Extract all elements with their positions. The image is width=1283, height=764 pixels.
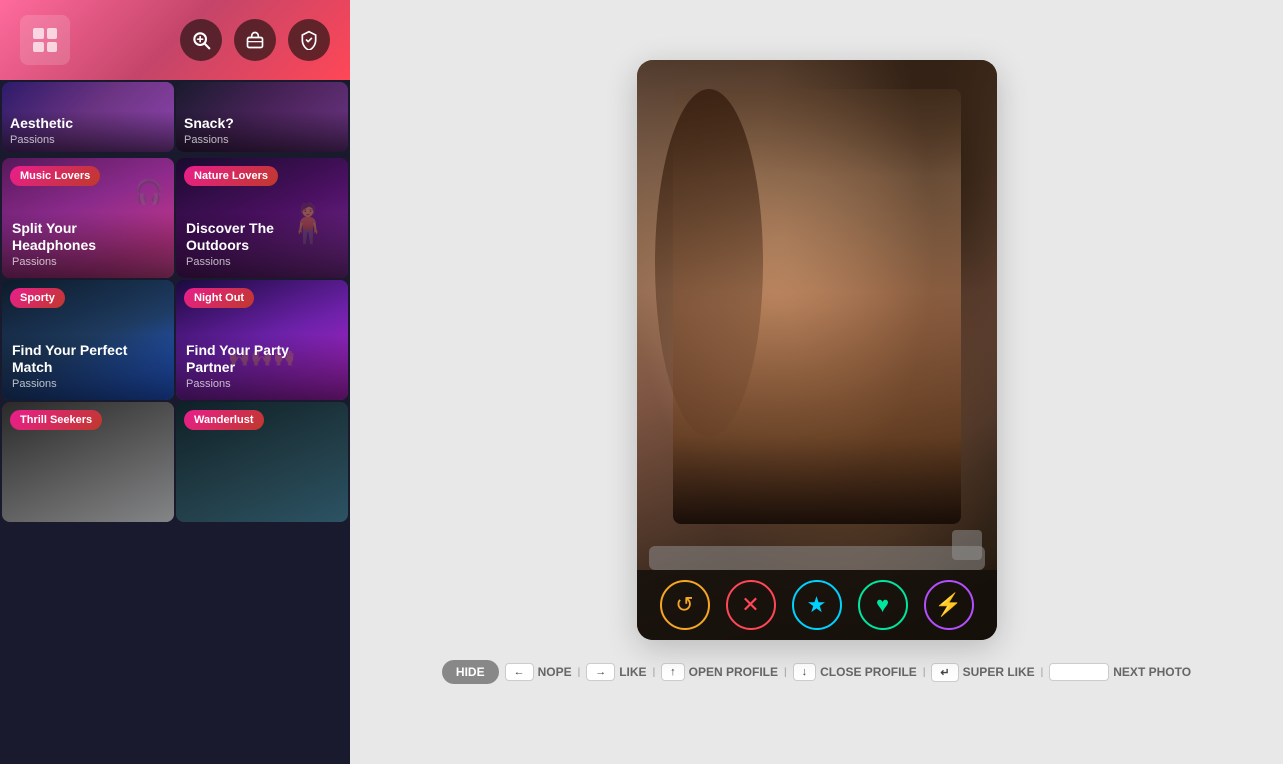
- sidebar-header: [0, 0, 350, 80]
- briefcase-icon-button[interactable]: [234, 19, 276, 61]
- card-sub-aesthetic: Passions: [10, 134, 166, 146]
- logo-cell-1: [33, 28, 44, 39]
- shortcuts-bar: HIDE ← NOPE | → LIKE | ↑ OPEN PROFILE | …: [442, 660, 1191, 684]
- shield-icon-button[interactable]: [288, 19, 330, 61]
- card-title-sporty: Find Your Perfect Match: [12, 342, 164, 376]
- divider-4: |: [923, 667, 926, 678]
- passion-card-thrill-seekers[interactable]: Thrill Seekers: [2, 402, 174, 522]
- app-logo: [20, 15, 70, 65]
- search-icon-button[interactable]: [180, 19, 222, 61]
- shield-icon: [299, 30, 319, 50]
- super-like-key: ↵: [931, 663, 958, 682]
- badge-thrill-seekers: Thrill Seekers: [10, 410, 102, 430]
- divider-5: |: [1041, 667, 1044, 678]
- close-profile-label: CLOSE PROFILE: [820, 665, 917, 679]
- profile-name-bar: [649, 546, 985, 570]
- profile-action-buttons: ↺ ✕ ★ ♥ ⚡: [637, 570, 997, 640]
- badge-sporty: Sporty: [10, 288, 65, 308]
- passion-card-night-out[interactable]: 🙌🙌🙌 Night Out Find Your Party Partner Pa…: [176, 280, 348, 400]
- shortcut-super-like: ↵ SUPER LIKE: [931, 663, 1034, 682]
- logo-cell-3: [33, 42, 44, 53]
- card-title-nature: Discover The Outdoors: [186, 220, 338, 254]
- badge-night-out: Night Out: [184, 288, 254, 308]
- card-title-music: Split Your Headphones: [12, 220, 164, 254]
- briefcase-icon: [245, 30, 265, 50]
- main-content: ↺ ✕ ★ ♥ ⚡ HIDE ← NOPE | → LIKE | ↑ OPEN …: [350, 0, 1283, 764]
- boost-button[interactable]: ⚡: [924, 580, 974, 630]
- passion-card-sporty[interactable]: Sporty Find Your Perfect Match Passions: [2, 280, 174, 400]
- nope-label: NOPE: [538, 665, 572, 679]
- profile-photo: [637, 60, 997, 640]
- open-profile-label: OPEN PROFILE: [689, 665, 778, 679]
- like-label: LIKE: [619, 665, 646, 679]
- card-sub-sporty: Passions: [12, 378, 164, 390]
- card-title-snack: Snack?: [184, 115, 340, 132]
- logo-cell-4: [47, 42, 58, 53]
- sidebar: Aesthetic Passions Snack? Passions 🎧 Mus…: [0, 0, 350, 764]
- shortcut-close-profile: ↓ CLOSE PROFILE: [793, 663, 917, 681]
- next-photo-key: [1049, 663, 1109, 681]
- header-icons: [180, 19, 330, 61]
- card-sub-nature: Passions: [186, 256, 338, 268]
- profile-card: ↺ ✕ ★ ♥ ⚡: [637, 60, 997, 640]
- open-profile-key: ↑: [661, 663, 685, 681]
- close-profile-key: ↓: [793, 663, 817, 681]
- badge-music-lovers: Music Lovers: [10, 166, 100, 186]
- profile-thumbnail: [952, 530, 982, 560]
- card-title-aesthetic: Aesthetic: [10, 115, 166, 132]
- divider-1: |: [578, 667, 581, 678]
- like-key: →: [586, 663, 615, 681]
- next-photo-label: NEXT PHOTO: [1113, 665, 1191, 679]
- badge-nature-lovers: Nature Lovers: [184, 166, 278, 186]
- card-sub-snack: Passions: [184, 134, 340, 146]
- passion-cards-grid: 🎧 Music Lovers Split Your Headphones Pas…: [0, 156, 350, 524]
- hide-button[interactable]: HIDE: [442, 660, 499, 684]
- passion-card-wanderlust[interactable]: Wanderlust: [176, 402, 348, 522]
- card-title-night-out: Find Your Party Partner: [186, 342, 338, 376]
- shortcut-nope: ← NOPE: [505, 663, 572, 681]
- super-like-label: SUPER LIKE: [963, 665, 1035, 679]
- passion-card-nature-lovers[interactable]: 🧍 Nature Lovers Discover The Outdoors Pa…: [176, 158, 348, 278]
- shortcut-next-photo: NEXT PHOTO: [1049, 663, 1191, 681]
- logo-grid: [33, 28, 57, 52]
- divider-2: |: [653, 667, 656, 678]
- badge-wanderlust: Wanderlust: [184, 410, 264, 430]
- card-sub-night-out: Passions: [186, 378, 338, 390]
- shortcut-open-profile: ↑ OPEN PROFILE: [661, 663, 778, 681]
- card-sub-music: Passions: [12, 256, 164, 268]
- rewind-button[interactable]: ↺: [660, 580, 710, 630]
- nope-key: ←: [505, 663, 534, 681]
- passion-card-snack[interactable]: Snack? Passions: [176, 82, 348, 152]
- like-button[interactable]: ★: [792, 580, 842, 630]
- passion-card-music-lovers[interactable]: 🎧 Music Lovers Split Your Headphones Pas…: [2, 158, 174, 278]
- passion-card-aesthetic[interactable]: Aesthetic Passions: [2, 82, 174, 152]
- top-cards-row: Aesthetic Passions Snack? Passions: [0, 80, 350, 154]
- shortcut-like: → LIKE: [586, 663, 646, 681]
- divider-3: |: [784, 667, 787, 678]
- logo-cell-2: [47, 28, 58, 39]
- nope-button[interactable]: ✕: [726, 580, 776, 630]
- search-icon: [191, 30, 211, 50]
- heart-button[interactable]: ♥: [858, 580, 908, 630]
